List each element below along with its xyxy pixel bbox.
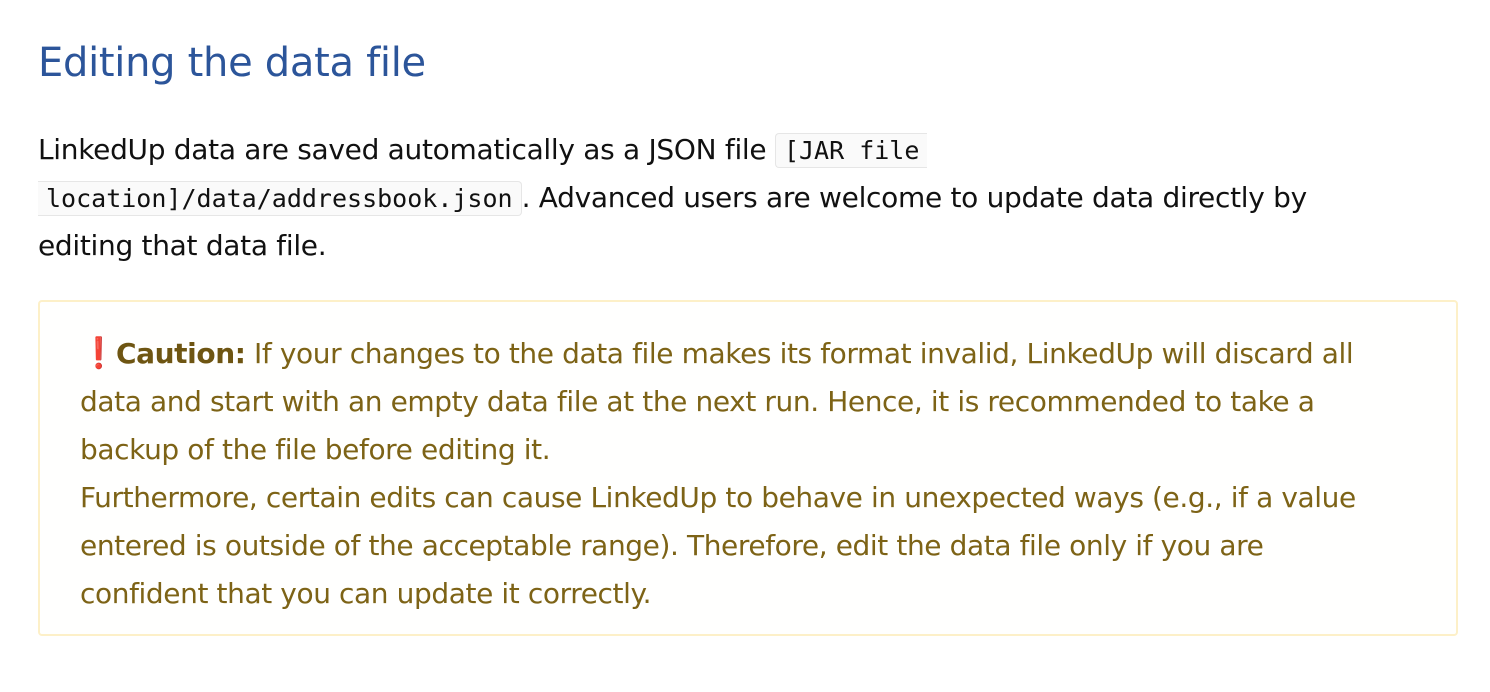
file-path-code-part-1: [JAR file [774, 133, 928, 168]
caution-line-3: backup of the file before editing it. [80, 433, 551, 466]
caution-text-1: If your changes to the data file makes i… [245, 337, 1354, 370]
intro-line-1: LinkedUp data are saved automatically as… [38, 126, 1458, 174]
caution-line-6: confident that you can update it correct… [80, 577, 652, 610]
intro-line-3: editing that data file. [38, 229, 327, 262]
caution-line-5: entered is outside of the acceptable ran… [80, 529, 1264, 562]
intro-text-2: . Advanced users are welcome to update d… [521, 181, 1308, 214]
intro-line-2: location]/data/addressbook.json. Advance… [38, 174, 1458, 222]
section-heading: Editing the data file [38, 40, 426, 86]
page: Editing the data file LinkedUp data are … [0, 0, 1490, 692]
intro-text-1: LinkedUp data are saved automatically as… [38, 133, 775, 166]
caution-body: ❗Caution: If your changes to the data fi… [80, 330, 1440, 618]
caution-callout: ❗Caution: If your changes to the data fi… [38, 300, 1458, 636]
caution-line-2: data and start with an empty data file a… [80, 385, 1315, 418]
intro-paragraph: LinkedUp data are saved automatically as… [38, 126, 1458, 270]
caution-line-4: Furthermore, certain edits can cause Lin… [80, 481, 1356, 514]
caution-label: Caution: [116, 337, 246, 370]
caution-line-1: ❗Caution: If your changes to the data fi… [80, 330, 1440, 378]
file-path-code-part-2: location]/data/addressbook.json [38, 181, 522, 216]
exclamation-icon: ❗ [80, 336, 117, 371]
